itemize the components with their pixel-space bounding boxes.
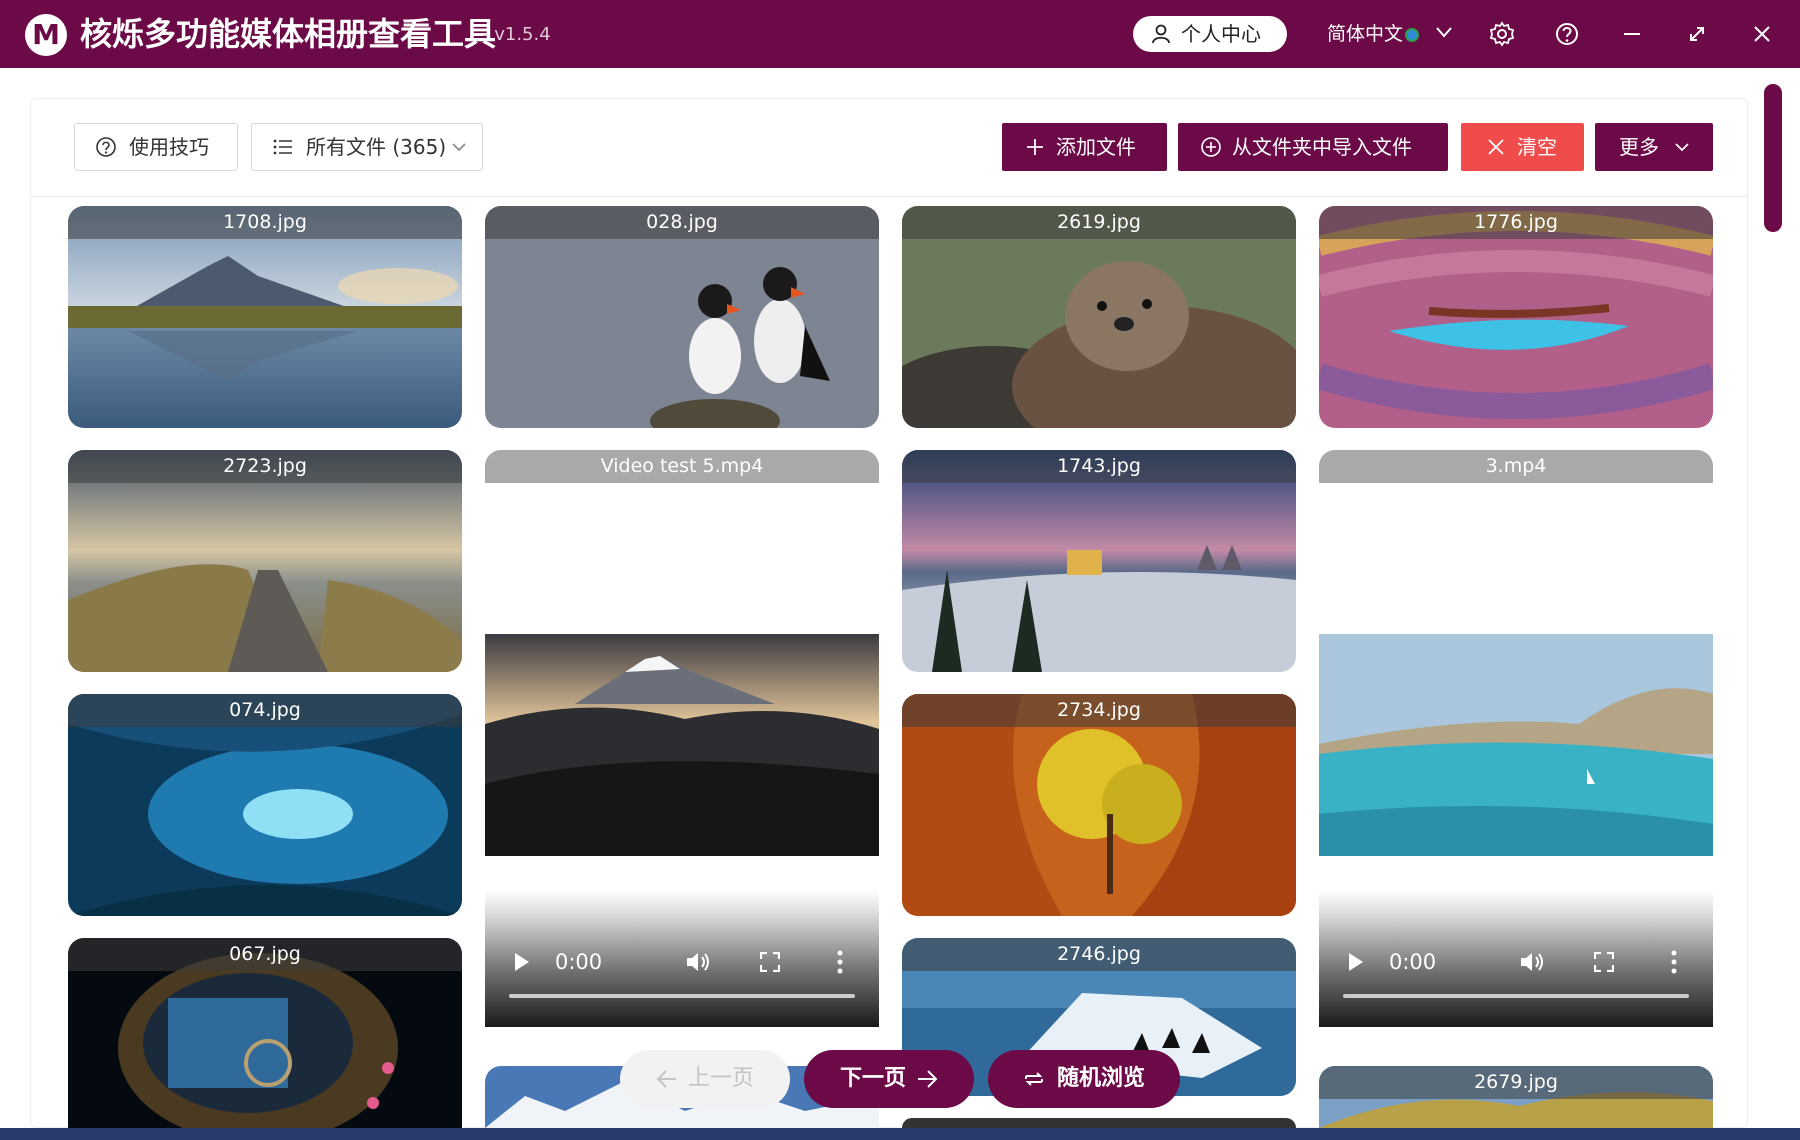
video-card[interactable]: 3.mp4 0:00: [1319, 450, 1713, 1044]
media-filename: 074.jpg: [68, 694, 462, 727]
user-icon: [1152, 24, 1170, 44]
chevron-down-icon[interactable]: [1436, 26, 1452, 38]
clear-label: 清空: [1517, 135, 1557, 159]
globe-icon: [1405, 27, 1420, 42]
random-browse-button[interactable]: 随机浏览: [988, 1050, 1180, 1108]
file-filter-label: 所有文件 (365): [306, 135, 447, 159]
fullscreen-icon[interactable]: [1594, 952, 1614, 972]
media-card[interactable]: 2679.jpg: [1319, 1066, 1713, 1128]
thumbnail-boardwalk: [68, 450, 462, 672]
media-card[interactable]: 2619.jpg: [902, 206, 1296, 428]
list-icon: [273, 139, 292, 155]
help-icon[interactable]: [1553, 20, 1581, 48]
arrow-left-icon: [656, 1070, 676, 1088]
thumbnail-canyon-layers: [1319, 206, 1713, 428]
clear-button[interactable]: 清空: [1461, 123, 1584, 171]
volume-icon[interactable]: [1519, 950, 1545, 974]
video-progress-bar[interactable]: [509, 994, 855, 998]
thumbnail-beach-bay: [1319, 634, 1713, 856]
video-time: 0:00: [555, 950, 603, 974]
file-filter-dropdown[interactable]: 所有文件 (365): [251, 123, 483, 171]
import-folder-label: 从文件夹中导入文件: [1232, 135, 1412, 159]
scrollbar-track[interactable]: [1762, 82, 1780, 1128]
media-filename: 1743.jpg: [902, 450, 1296, 483]
help-circle-icon: [96, 137, 116, 157]
add-files-button[interactable]: 添加文件: [1002, 123, 1167, 171]
media-card[interactable]: [902, 1118, 1296, 1128]
tips-button[interactable]: 使用技巧: [74, 123, 238, 171]
next-page-label: 下一页: [839, 1066, 906, 1091]
user-center-button[interactable]: 个人中心: [1133, 16, 1287, 52]
plus-circle-icon: [1201, 137, 1221, 157]
close-icon[interactable]: [1748, 20, 1776, 48]
thumbnail-otter: [902, 206, 1296, 428]
thumbnail-snow-town: [902, 450, 1296, 672]
volume-icon[interactable]: [685, 950, 711, 974]
app-title: 核烁多功能媒体相册查看工具: [80, 15, 497, 53]
media-filename: Video test 5.mp4: [485, 450, 879, 483]
desktop-background: [0, 1128, 1800, 1140]
video-controls: 0:00: [485, 890, 879, 1027]
scrollbar-thumb[interactable]: [1764, 84, 1782, 232]
media-card[interactable]: 2723.jpg: [68, 450, 462, 672]
thumbnail-orange-canyon: [902, 694, 1296, 916]
media-card[interactable]: 1743.jpg: [902, 450, 1296, 672]
thumbnail-mount-fuji: [485, 634, 879, 856]
chevron-down-icon: [1675, 143, 1689, 152]
import-folder-button[interactable]: 从文件夹中导入文件: [1178, 123, 1448, 171]
media-card[interactable]: 1776.jpg: [1319, 206, 1713, 428]
media-card[interactable]: 067.jpg: [68, 938, 462, 1128]
more-label: 更多: [1619, 135, 1659, 159]
user-center-label: 个人中心: [1181, 22, 1261, 46]
tips-label: 使用技巧: [129, 135, 209, 159]
video-controls: 0:00: [1319, 890, 1713, 1027]
media-filename: 2734.jpg: [902, 694, 1296, 727]
play-icon[interactable]: [513, 952, 531, 972]
thumbnail-puffins: [485, 206, 879, 428]
next-page-button[interactable]: 下一页: [804, 1050, 974, 1108]
play-icon[interactable]: [1347, 952, 1365, 972]
more-options-icon[interactable]: [1671, 950, 1677, 974]
media-filename: 067.jpg: [68, 938, 462, 971]
media-filename: 1776.jpg: [1319, 206, 1713, 239]
media-filename: 3.mp4: [1319, 450, 1713, 483]
media-filename: 2746.jpg: [902, 938, 1296, 971]
more-options-icon[interactable]: [837, 950, 843, 974]
language-label: 简体中文: [1327, 23, 1404, 45]
gear-icon[interactable]: [1488, 20, 1516, 48]
thumbnail-mountain-lake: [68, 206, 462, 428]
media-card[interactable]: 2734.jpg: [902, 694, 1296, 916]
arrow-right-icon: [918, 1070, 938, 1088]
video-progress-bar[interactable]: [1343, 994, 1689, 998]
media-filename: 2723.jpg: [68, 450, 462, 483]
video-time: 0:00: [1389, 950, 1437, 974]
add-files-label: 添加文件: [1056, 135, 1136, 159]
random-browse-label: 随机浏览: [1056, 1066, 1145, 1091]
app-logo: M: [25, 14, 67, 56]
language-selector[interactable]: 简体中文: [1327, 18, 1420, 50]
prev-page-label: 上一页: [687, 1066, 754, 1091]
video-card[interactable]: Video test 5.mp4 0:00: [485, 450, 879, 1044]
media-filename: 1708.jpg: [68, 206, 462, 239]
media-card[interactable]: 028.jpg: [485, 206, 879, 428]
media-filename: 2619.jpg: [902, 206, 1296, 239]
x-icon: [1488, 139, 1504, 155]
minimize-icon[interactable]: [1618, 20, 1646, 48]
media-filename: 2679.jpg: [1319, 1066, 1713, 1099]
more-dropdown[interactable]: 更多: [1595, 123, 1713, 171]
app-version: - v1.5.4: [482, 24, 551, 45]
thumbnail-ice-cave: [68, 694, 462, 916]
title-bar: M 核烁多功能媒体相册查看工具 - v1.5.4 个人中心 简体中文: [0, 0, 1800, 68]
shuffle-icon: [1024, 1072, 1043, 1086]
fullscreen-icon[interactable]: [760, 952, 780, 972]
media-filename: 028.jpg: [485, 206, 879, 239]
app-window: M 核烁多功能媒体相册查看工具 - v1.5.4 个人中心 简体中文 使用技巧 …: [0, 0, 1800, 1140]
plus-icon: [1027, 139, 1043, 155]
toolbar: 使用技巧 所有文件 (365) 添加文件 从文件夹中导入文件 清空 更多: [31, 99, 1749, 197]
chevron-down-icon: [452, 143, 466, 152]
media-card[interactable]: 1708.jpg: [68, 206, 462, 428]
media-card[interactable]: 074.jpg: [68, 694, 462, 916]
prev-page-button[interactable]: 上一页: [620, 1050, 790, 1108]
maximize-icon[interactable]: [1683, 20, 1711, 48]
